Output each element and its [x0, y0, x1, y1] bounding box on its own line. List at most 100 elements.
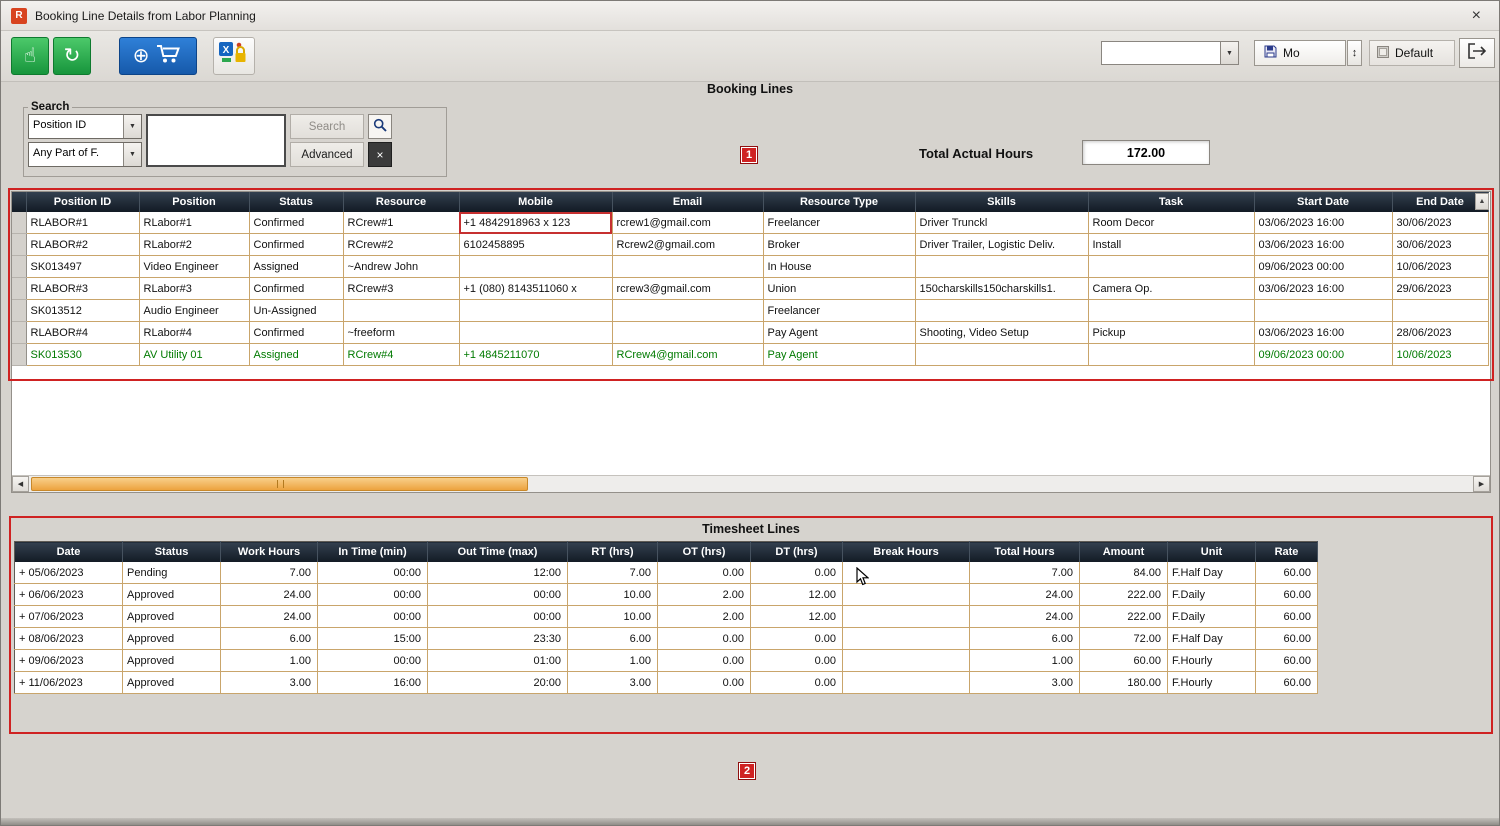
cell[interactable]: 3.00: [970, 672, 1080, 694]
table-row[interactable]: RLABOR#1RLabor#1ConfirmedRCrew#1+1 48429…: [12, 212, 1488, 234]
cell[interactable]: 24.00: [221, 584, 318, 606]
column-header[interactable]: Mobile: [459, 192, 612, 212]
cell[interactable]: 00:00: [318, 650, 428, 672]
clear-search-button[interactable]: ×: [368, 142, 392, 167]
cell[interactable]: 24.00: [221, 606, 318, 628]
cell[interactable]: F.Daily: [1168, 606, 1256, 628]
cell[interactable]: [915, 300, 1088, 322]
chevron-down-icon[interactable]: ▼: [123, 115, 141, 138]
cell[interactable]: 12:00: [428, 562, 568, 584]
cell[interactable]: F.Hourly: [1168, 650, 1256, 672]
cell[interactable]: RLABOR#4: [26, 322, 139, 344]
cell[interactable]: 09/06/2023 00:00: [1254, 256, 1392, 278]
cell[interactable]: [612, 300, 763, 322]
cell[interactable]: [459, 300, 612, 322]
magnifier-button[interactable]: [368, 114, 392, 139]
table-row[interactable]: SK013497Video EngineerAssigned~Andrew Jo…: [12, 256, 1488, 278]
cell[interactable]: + 05/06/2023: [15, 562, 123, 584]
table-row[interactable]: RLABOR#4RLabor#4Confirmed~freeformPay Ag…: [12, 322, 1488, 344]
cell[interactable]: +1 (080) 8143511060 x: [459, 278, 612, 300]
cell[interactable]: 10.00: [568, 606, 658, 628]
cell[interactable]: RLABOR#2: [26, 234, 139, 256]
cell[interactable]: 60.00: [1080, 650, 1168, 672]
cell[interactable]: 15:00: [318, 628, 428, 650]
default-layout-button[interactable]: Default: [1369, 40, 1455, 66]
cell[interactable]: [343, 300, 459, 322]
cell[interactable]: 01:00: [428, 650, 568, 672]
cell[interactable]: Pay Agent: [763, 344, 915, 366]
cell[interactable]: Un-Assigned: [249, 300, 343, 322]
cell[interactable]: 28/06/2023: [1392, 322, 1488, 344]
cell[interactable]: Shooting, Video Setup: [915, 322, 1088, 344]
cell[interactable]: [1088, 300, 1254, 322]
column-header[interactable]: Break Hours: [843, 542, 970, 563]
column-header[interactable]: Resource Type: [763, 192, 915, 212]
cell[interactable]: 12.00: [751, 584, 843, 606]
cell[interactable]: Approved: [123, 650, 221, 672]
cell[interactable]: 222.00: [1080, 584, 1168, 606]
horizontal-scrollbar[interactable]: ◀ ▶: [12, 475, 1490, 492]
column-header[interactable]: Status: [249, 192, 343, 212]
cell[interactable]: 30/06/2023: [1392, 234, 1488, 256]
cell[interactable]: Pending: [123, 562, 221, 584]
cell[interactable]: 3.00: [221, 672, 318, 694]
table-row[interactable]: + 05/06/2023Pending7.0000:0012:007.000.0…: [15, 562, 1318, 584]
cell[interactable]: rcrew1@gmail.com: [612, 212, 763, 234]
scroll-left-button[interactable]: ◀: [12, 476, 29, 492]
cell[interactable]: [459, 322, 612, 344]
column-header[interactable]: Resource: [343, 192, 459, 212]
cell[interactable]: 6.00: [970, 628, 1080, 650]
cell[interactable]: 00:00: [428, 584, 568, 606]
table-row[interactable]: SK013512Audio EngineerUn-AssignedFreelan…: [12, 300, 1488, 322]
cell[interactable]: RLABOR#3: [26, 278, 139, 300]
cell[interactable]: 6.00: [568, 628, 658, 650]
cell[interactable]: 0.00: [751, 672, 843, 694]
cell[interactable]: [1088, 256, 1254, 278]
cell[interactable]: Approved: [123, 606, 221, 628]
cell[interactable]: 0.00: [751, 562, 843, 584]
table-row[interactable]: SK013530AV Utility 01AssignedRCrew#4+1 4…: [12, 344, 1488, 366]
chevron-down-icon[interactable]: ▼: [123, 143, 141, 166]
cell[interactable]: SK013497: [26, 256, 139, 278]
cell[interactable]: 23:30: [428, 628, 568, 650]
row-selector[interactable]: [12, 234, 26, 256]
cell[interactable]: 10/06/2023: [1392, 344, 1488, 366]
cell[interactable]: 20:00: [428, 672, 568, 694]
cell[interactable]: Video Engineer: [139, 256, 249, 278]
cell[interactable]: AV Utility 01: [139, 344, 249, 366]
cell[interactable]: 16:00: [318, 672, 428, 694]
row-selector[interactable]: [12, 256, 26, 278]
cell[interactable]: RLabor#1: [139, 212, 249, 234]
search-button[interactable]: Search: [290, 114, 364, 139]
cell[interactable]: Pickup: [1088, 322, 1254, 344]
cell[interactable]: [1254, 300, 1392, 322]
column-header[interactable]: Amount: [1080, 542, 1168, 563]
cell[interactable]: RLabor#3: [139, 278, 249, 300]
cell[interactable]: [1392, 300, 1488, 322]
cell[interactable]: Assigned: [249, 344, 343, 366]
scroll-right-button[interactable]: ▶: [1473, 476, 1490, 492]
cell[interactable]: RLABOR#1: [26, 212, 139, 234]
table-row[interactable]: + 07/06/2023Approved24.0000:0000:0010.00…: [15, 606, 1318, 628]
cell[interactable]: Approved: [123, 672, 221, 694]
cell[interactable]: + 11/06/2023: [15, 672, 123, 694]
cell[interactable]: Pay Agent: [763, 322, 915, 344]
cell[interactable]: 7.00: [221, 562, 318, 584]
cell[interactable]: RCrew#4: [343, 344, 459, 366]
close-button[interactable]: ×: [1464, 6, 1489, 26]
cell[interactable]: Room Decor: [1088, 212, 1254, 234]
cell[interactable]: Broker: [763, 234, 915, 256]
column-header[interactable]: Position ID: [26, 192, 139, 212]
cell[interactable]: 2.00: [658, 606, 751, 628]
cell[interactable]: 84.00: [1080, 562, 1168, 584]
cell[interactable]: 180.00: [1080, 672, 1168, 694]
row-selector[interactable]: [12, 278, 26, 300]
export-lock-button[interactable]: X: [213, 37, 255, 75]
cell[interactable]: Assigned: [249, 256, 343, 278]
cell[interactable]: SK013512: [26, 300, 139, 322]
cell[interactable]: [1088, 344, 1254, 366]
advanced-button[interactable]: Advanced: [290, 142, 364, 167]
column-header[interactable]: RT (hrs): [568, 542, 658, 563]
column-header[interactable]: Unit: [1168, 542, 1256, 563]
cell[interactable]: 2.00: [658, 584, 751, 606]
